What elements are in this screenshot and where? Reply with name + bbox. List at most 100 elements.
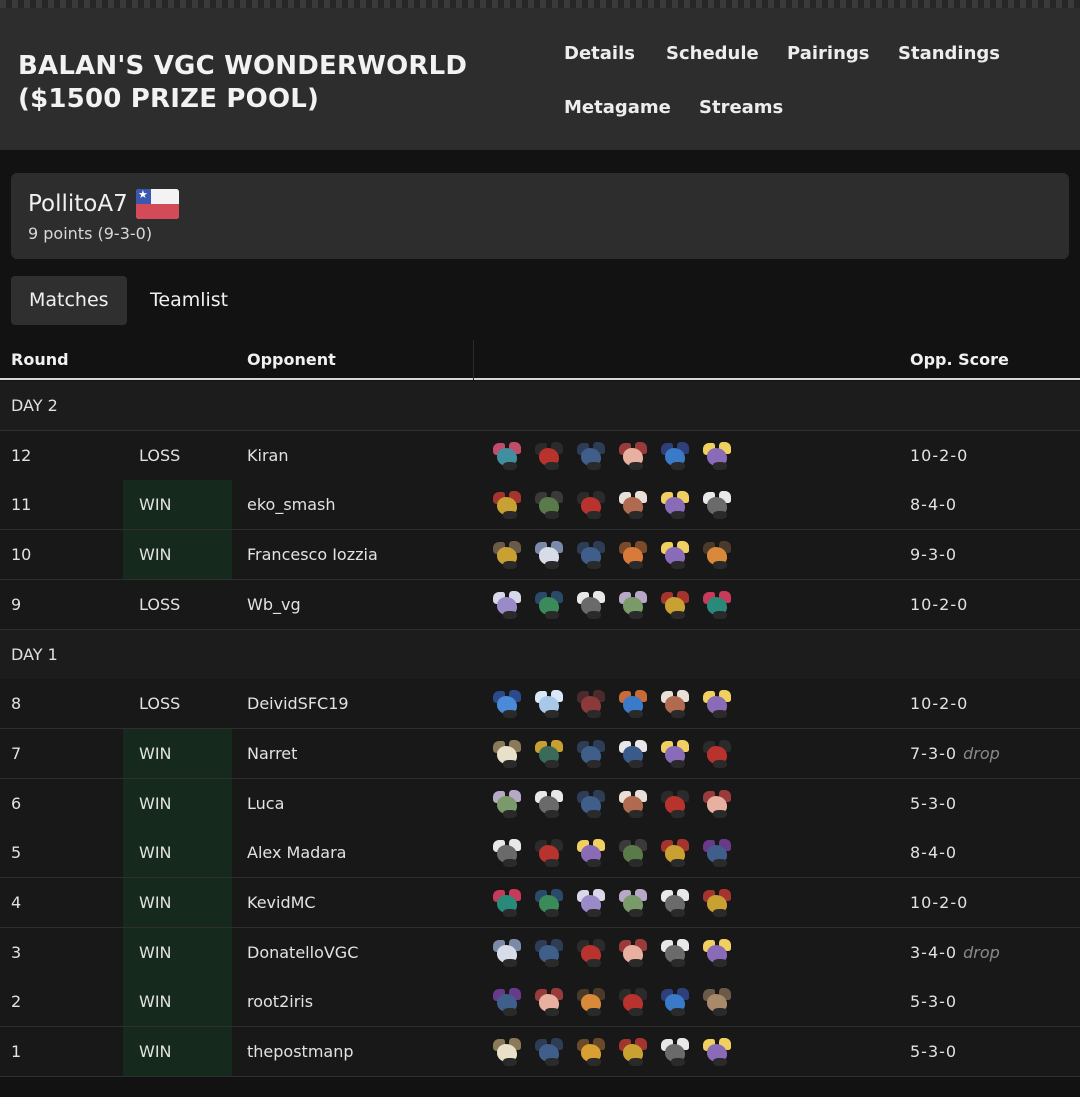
opponent-name[interactable]: DonatelloVGC (247, 943, 358, 962)
score-value: 10-2-0 (910, 893, 969, 912)
pokemon-sprite-icon (699, 440, 737, 472)
pokemon-sprite-icon (615, 937, 653, 969)
opponent-score: 8-4-0 (910, 843, 957, 862)
pokemon-sprite-icon (489, 986, 527, 1018)
opponent-team (489, 1033, 741, 1071)
header-divider (473, 340, 474, 380)
opponent-score: 10-2-0 (910, 446, 968, 465)
score-value: 5-3-0 (910, 1042, 958, 1061)
match-row[interactable]: 3 WIN DonatelloVGC 3-4-0 drop (0, 928, 1080, 978)
pokemon-sprite-icon (615, 738, 653, 770)
opponent-name[interactable]: eko_smash (247, 495, 336, 514)
match-row[interactable]: 7 WIN Narret 7-3-0 drop (0, 729, 1080, 779)
pokemon-sprite-icon (699, 738, 737, 770)
opponent-team (489, 735, 741, 773)
nav-pairings[interactable]: Pairings (787, 43, 870, 64)
nav-metagame[interactable]: Metagame (564, 97, 671, 118)
match-row[interactable]: 6 WIN Luca 5-3-0 (0, 779, 1080, 829)
opponent-team (489, 586, 741, 624)
pokemon-sprite-icon (531, 986, 569, 1018)
pokemon-sprite-icon (657, 1036, 695, 1068)
match-row[interactable]: 12 LOSS Kiran 10-2-0 (0, 431, 1080, 481)
score-value: 10-2-0 (910, 595, 969, 614)
pokemon-sprite-icon (657, 539, 695, 571)
pokemon-sprite-icon (531, 688, 569, 720)
round-number: 9 (11, 595, 22, 614)
pokemon-sprite-icon (531, 489, 569, 521)
pokemon-sprite-icon (699, 788, 737, 820)
opponent-name[interactable]: thepostmanp (247, 1042, 354, 1061)
pokemon-sprite-icon (573, 986, 611, 1018)
pokemon-sprite-icon (699, 688, 737, 720)
pokemon-sprite-icon (615, 489, 653, 521)
opponent-name[interactable]: Wb_vg (247, 595, 301, 614)
pokemon-sprite-icon (531, 738, 569, 770)
match-row[interactable]: 11 WIN eko_smash 8-4-0 (0, 480, 1080, 530)
score-value: 10-2-0 (910, 694, 969, 713)
round-number: 10 (11, 545, 32, 564)
table-header: Round Opponent Opp. Score (0, 340, 1080, 380)
pokemon-sprite-icon (531, 788, 569, 820)
opponent-name[interactable]: Narret (247, 744, 297, 763)
pokemon-sprite-icon (615, 986, 653, 1018)
pokemon-sprite-icon (489, 738, 527, 770)
pokemon-sprite-icon (615, 688, 653, 720)
match-row[interactable]: 8 LOSS DeividSFC19 10-2-0 (0, 679, 1080, 729)
nav-streams[interactable]: Streams (699, 97, 783, 118)
pokemon-sprite-icon (657, 837, 695, 869)
match-row[interactable]: 10 WIN Francesco Iozzia 9-3-0 (0, 530, 1080, 580)
round-number: 7 (11, 744, 22, 763)
nav-schedule[interactable]: Schedule (666, 43, 759, 64)
nav-details[interactable]: Details (564, 43, 635, 64)
day-label: DAY 2 (11, 396, 58, 415)
column-opponent: Opponent (247, 350, 336, 369)
opponent-score: 5-3-0 (910, 794, 957, 813)
pokemon-sprite-icon (489, 589, 527, 621)
opponent-team (489, 437, 741, 475)
match-row[interactable]: 4 WIN KevidMC 10-2-0 (0, 878, 1080, 928)
pokemon-sprite-icon (699, 937, 737, 969)
round-number: 6 (11, 794, 22, 813)
round-number: 11 (11, 495, 32, 514)
match-result: WIN (139, 893, 172, 912)
opponent-team (489, 685, 741, 723)
pokemon-sprite-icon (699, 1036, 737, 1068)
score-value: 5-3-0 (910, 794, 958, 813)
opponent-name[interactable]: Francesco Iozzia (247, 545, 378, 564)
match-row[interactable]: 1 WIN thepostmanp 5-3-0 (0, 1027, 1080, 1077)
match-row[interactable]: 9 LOSS Wb_vg 10-2-0 (0, 580, 1080, 630)
opponent-score: 5-3-0 (910, 992, 957, 1011)
tab-teamlist[interactable]: Teamlist (150, 276, 228, 325)
opponent-name[interactable]: Luca (247, 794, 284, 813)
pokemon-sprite-icon (615, 589, 653, 621)
chile-flag-icon: ★ (136, 189, 179, 219)
opponent-team (489, 486, 741, 524)
pokemon-sprite-icon (489, 837, 527, 869)
score-value: 8-4-0 (910, 495, 958, 514)
pokemon-sprite-icon (573, 887, 611, 919)
pokemon-sprite-icon (489, 788, 527, 820)
match-result: LOSS (139, 694, 181, 713)
opponent-name[interactable]: Kiran (247, 446, 288, 465)
match-row[interactable]: 5 WIN Alex Madara 8-4-0 (0, 828, 1080, 878)
opponent-name[interactable]: Alex Madara (247, 843, 346, 862)
opponent-name[interactable]: DeividSFC19 (247, 694, 349, 713)
site-header: BALAN'S VGC WONDERWORLD ($1500 PRIZE POO… (0, 8, 1080, 150)
opponent-name[interactable]: KevidMC (247, 893, 316, 912)
opponent-team (489, 834, 741, 872)
tab-matches[interactable]: Matches (11, 276, 127, 325)
opponent-name[interactable]: root2iris (247, 992, 313, 1011)
pokemon-sprite-icon (699, 589, 737, 621)
pokemon-sprite-icon (657, 688, 695, 720)
round-number: 8 (11, 694, 22, 713)
match-result: WIN (139, 744, 172, 763)
pokemon-sprite-icon (615, 1036, 653, 1068)
column-opp-score: Opp. Score (910, 350, 1009, 369)
score-value: 3-4-0 (910, 943, 958, 962)
pokemon-sprite-icon (531, 1036, 569, 1068)
drop-label: drop (963, 744, 1000, 763)
score-value: 7-3-0 (910, 744, 958, 763)
nav-standings[interactable]: Standings (898, 43, 1000, 64)
match-row[interactable]: 2 WIN root2iris 5-3-0 (0, 977, 1080, 1027)
pokemon-sprite-icon (489, 539, 527, 571)
